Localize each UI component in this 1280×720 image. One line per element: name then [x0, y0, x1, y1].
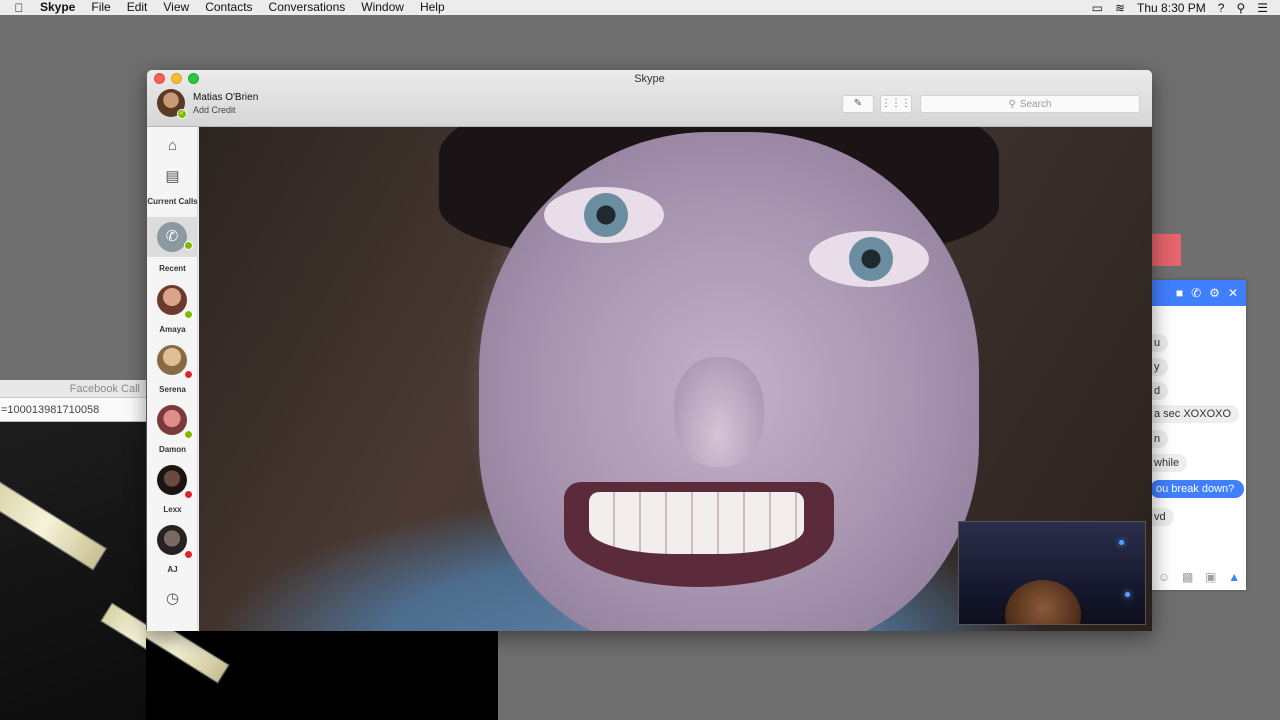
camera-icon[interactable]: ▣ [1205, 570, 1216, 584]
contact-name-lexx[interactable]: Lexx [147, 505, 198, 514]
compose-icon: ✎ [853, 98, 863, 109]
message-text-sent: ou break down? [1150, 480, 1245, 498]
message-text: vd [1152, 508, 1174, 526]
contact-name-aj[interactable]: AJ [147, 565, 198, 574]
menu-conversations[interactable]: Conversations [261, 0, 354, 15]
ceiling-light [100, 602, 146, 664]
self-view-subject [1005, 580, 1081, 624]
apple-icon[interactable]:  [0, 1, 38, 15]
menu-bar:  Skype File Edit View Contacts Conversa… [0, 0, 1280, 15]
emoji-icon[interactable]: ☺ [1158, 570, 1170, 584]
menu-edit[interactable]: Edit [119, 0, 156, 15]
status-busy-badge [184, 550, 193, 559]
notification-center-icon[interactable]: ☰ [1257, 1, 1268, 15]
messenger-toolbar: ☺ ▩ ▣ ▲ [1152, 570, 1246, 584]
facebook-call-title: Facebook Call [0, 380, 146, 398]
menu-clock[interactable]: Thu 8:30 PM [1137, 1, 1206, 15]
video-subject-nose [674, 357, 764, 467]
video-subject-eye [809, 231, 929, 287]
status-online-badge [184, 310, 193, 319]
search-input[interactable]: ⚲ Search [920, 95, 1140, 113]
status-busy-badge [184, 490, 193, 499]
video-subject-mouth [564, 482, 834, 587]
recent-label: Recent [159, 264, 186, 273]
contact-name-serena[interactable]: Serena [147, 385, 198, 394]
facebook-call-video [0, 422, 146, 720]
airplay-icon[interactable]: ▭ [1092, 1, 1103, 15]
video-subject-eye [544, 187, 664, 243]
message-text: while [1152, 454, 1188, 472]
avatar[interactable]: ✓ [157, 89, 187, 119]
menu-help[interactable]: Help [412, 0, 453, 15]
self-view-video[interactable] [958, 521, 1146, 625]
search-placeholder: Search [1019, 98, 1052, 110]
messenger-header: ■ ✆ ⚙ ✕ [1152, 280, 1246, 306]
phone-icon[interactable]: ✆ [1191, 286, 1201, 300]
contact-name-damon[interactable]: Damon [147, 445, 198, 454]
menu-file[interactable]: File [83, 0, 118, 15]
wifi-icon[interactable]: ≋ [1115, 1, 1125, 15]
contact-avatar-serena[interactable] [157, 345, 187, 375]
close-icon[interactable]: ✕ [1228, 286, 1238, 300]
facebook-call-window: Facebook Call =100013981710058 [0, 380, 146, 720]
contact-avatar-aj[interactable] [157, 525, 187, 555]
notification-button[interactable] [1152, 234, 1181, 266]
video-subject-iris [584, 193, 628, 237]
new-conversation-button[interactable]: ✎ [842, 95, 874, 113]
settings-gear-icon[interactable]: ⚙ [1209, 286, 1220, 300]
contact-avatar-lexx[interactable] [157, 465, 187, 495]
game-icon[interactable]: ▩ [1182, 570, 1193, 584]
contact-avatar-damon[interactable] [157, 405, 187, 435]
user-profile[interactable]: ✓ Matias O'Brien Add Credit [157, 89, 258, 119]
dialpad-icon: ⋮⋮⋮ [881, 98, 911, 109]
menu-view[interactable]: View [155, 0, 197, 15]
message-text: y [1152, 358, 1168, 376]
spotlight-search-icon[interactable]: ⚲ [1236, 1, 1245, 15]
video-subject-iris [849, 237, 893, 281]
ceiling-light [146, 630, 230, 684]
menu-window[interactable]: Window [353, 0, 412, 15]
search-icon: ⚲ [1008, 98, 1016, 110]
self-view-light [1125, 592, 1130, 597]
facebook-call-url[interactable]: =100013981710058 [0, 398, 146, 422]
message-text: u [1152, 334, 1169, 352]
skype-sidebar: ⌂ ▤ Current Calls ✆ Recent Amaya Serena … [147, 127, 198, 631]
online-status-icon: ✓ [177, 109, 187, 119]
skype-window: Skype ✓ Matias O'Brien Add Credit ✎ ⋮⋮⋮ … [147, 70, 1152, 631]
dial-pad-button[interactable]: ⋮⋮⋮ [880, 95, 912, 113]
contact-name-amaya[interactable]: Amaya [147, 325, 198, 334]
help-icon[interactable]: ? [1218, 1, 1225, 15]
menu-contacts[interactable]: Contacts [197, 0, 260, 15]
call-status-badge [184, 241, 193, 250]
add-credit-link[interactable]: Add Credit [193, 105, 258, 115]
profile-name[interactable]: Matias O'Brien [193, 92, 258, 103]
contact-avatar-amaya[interactable] [157, 285, 187, 315]
messenger-chat-window: ■ ✆ ⚙ ✕ u y d a sec XOXOXO n while ou br… [1150, 280, 1246, 590]
like-thumb-icon[interactable]: ▲ [1228, 570, 1240, 584]
message-text: d [1152, 382, 1169, 400]
message-text: n [1152, 430, 1169, 448]
home-icon[interactable]: ⌂ [147, 137, 198, 154]
active-call-icon[interactable]: ✆ [157, 222, 187, 252]
video-subject-teeth [589, 492, 804, 554]
window-title: Skype [634, 73, 665, 85]
menu-app-skype[interactable]: Skype [38, 0, 83, 15]
current-calls-label: Current Calls [147, 197, 198, 206]
video-call-icon[interactable]: ■ [1176, 286, 1183, 300]
skype-titlebar: Skype ✓ Matias O'Brien Add Credit ✎ ⋮⋮⋮ … [147, 70, 1152, 127]
facebook-call-video-extension [146, 630, 498, 720]
remote-video-feed[interactable] [199, 127, 1152, 631]
message-text: a sec XOXOXO [1152, 405, 1240, 423]
status-busy-badge [184, 370, 193, 379]
recent-history-clock-icon[interactable]: ◷ [147, 589, 198, 607]
status-online-badge [184, 430, 193, 439]
contacts-icon[interactable]: ▤ [147, 167, 198, 185]
ceiling-light [0, 479, 108, 571]
self-view-light [1119, 540, 1124, 545]
